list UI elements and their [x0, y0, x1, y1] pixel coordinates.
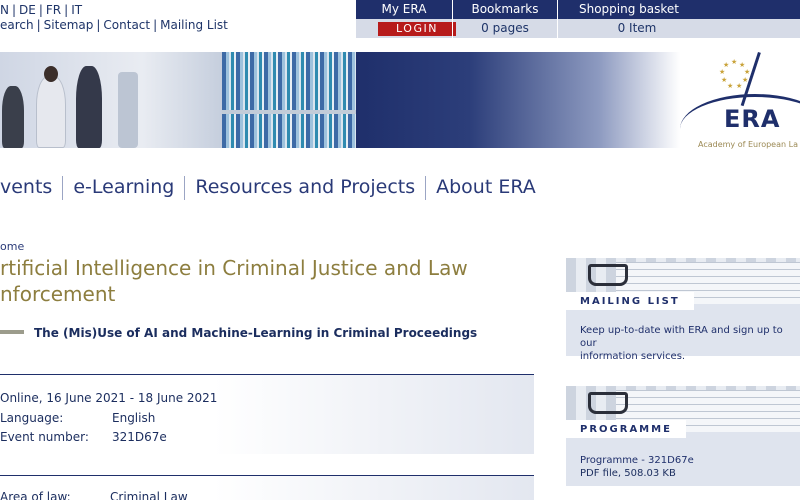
utility-links: earch | Sitemap | Contact | Mailing List — [0, 17, 228, 32]
bookmarks-label[interactable]: Bookmarks — [453, 2, 557, 16]
mailing-list-link[interactable]: Mailing List — [160, 18, 228, 32]
mailing-list-text: Keep up-to-date with ERA and sign up to … — [580, 324, 800, 363]
programme-file-info: PDF file, 508.03 KB — [580, 468, 676, 479]
my-era-label[interactable]: My ERA — [356, 2, 452, 16]
area-of-law-value: Criminal Law — [110, 490, 188, 500]
bookmarks-count[interactable]: 0 pages — [453, 21, 557, 35]
programme-download-link[interactable]: Programme - 321D67e — [580, 454, 694, 467]
nav-events[interactable]: vents — [0, 176, 52, 198]
subtitle-dash — [0, 330, 24, 334]
sitemap-link[interactable]: Sitemap — [44, 18, 94, 32]
basket-section: Shopping basket 0 Item — [558, 0, 700, 38]
account-bar: My ERA LOGIN Bookmarks 0 pages Shopping … — [356, 0, 800, 38]
header-banner: ★ ★ ★ ★ ★ ★ ★ ★ ★ ERA Academy of European La — [0, 52, 800, 149]
event-details: Online, 16 June 2021 - 18 June 2021 Lang… — [0, 374, 534, 454]
lang-fr-link[interactable]: FR — [46, 3, 61, 17]
era-logo[interactable]: ★ ★ ★ ★ ★ ★ ★ ★ ★ ERA Academy of European La — [680, 52, 800, 149]
programme-info: Programme - 321D67e PDF file, 508.03 KB — [580, 454, 694, 480]
page-title: rtificial Intelligence in Criminal Justi… — [0, 255, 510, 307]
mailing-list-box[interactable]: MAILING LIST Keep up-to-date with ERA an… — [566, 258, 800, 362]
person-figure — [76, 66, 102, 148]
language-label: Language: — [0, 411, 64, 425]
event-date: Online, 16 June 2021 - 18 June 2021 — [0, 391, 218, 405]
banner-gradient — [356, 52, 680, 148]
main-navigation: vents e-Learning Resources and Projects Abo… — [0, 176, 536, 202]
event-number-label: Event number: — [0, 430, 89, 444]
nav-divider — [62, 176, 64, 200]
language-switcher: N | DE | FR | IT — [0, 2, 228, 17]
breadcrumb-home[interactable]: ome — [0, 240, 24, 253]
language-value: English — [112, 411, 156, 425]
bookshelf — [222, 52, 356, 148]
lang-en-link[interactable]: N — [0, 3, 9, 17]
event-language-row: Language: English — [0, 411, 155, 425]
shelf-board — [222, 110, 356, 114]
nav-about-era[interactable]: About ERA — [436, 176, 536, 198]
person-head — [44, 66, 58, 82]
area-of-law-label: Area of law: — [0, 490, 71, 500]
nav-divider — [425, 176, 427, 200]
contact-link[interactable]: Contact — [103, 18, 150, 32]
basket-count[interactable]: 0 Item — [558, 21, 716, 35]
my-era-section: My ERA LOGIN — [356, 0, 456, 38]
page-title-line: rtificial Intelligence in Criminal Justi… — [0, 256, 468, 280]
shopping-basket-label[interactable]: Shopping basket — [558, 2, 700, 16]
binder-clip-icon — [588, 264, 628, 286]
subtitle-text: The (Mis)Use of AI and Machine-Learning … — [34, 326, 478, 340]
page-subtitle: The (Mis)Use of AI and Machine-Learning … — [0, 326, 477, 342]
lang-it-link[interactable]: IT — [71, 3, 82, 17]
separator: | — [153, 18, 158, 32]
separator: | — [11, 3, 17, 17]
event-number-row: Event number: 321D67e — [0, 430, 167, 444]
separator: | — [38, 3, 43, 17]
lang-de-link[interactable]: DE — [19, 3, 36, 17]
area-of-law-row: Area of law: Criminal Law — [0, 490, 188, 500]
separator: | — [36, 18, 41, 32]
programme-tab: PROGRAMME — [566, 420, 686, 438]
programme-box: PROGRAMME Programme - 321D67e PDF file, … — [566, 386, 800, 486]
logo-tagline: Academy of European La — [698, 140, 798, 149]
person-figure — [2, 86, 24, 148]
separator: | — [64, 3, 69, 17]
person-figure — [36, 76, 66, 148]
event-area-details: Area of law: Criminal Law — [0, 475, 534, 500]
separator: | — [96, 18, 101, 32]
nav-e-learning[interactable]: e-Learning — [73, 176, 174, 198]
nav-resources-and-projects[interactable]: Resources and Projects — [195, 176, 415, 198]
eu-stars-icon: ★ ★ ★ ★ ★ ★ ★ ★ ★ — [719, 58, 751, 90]
top-links: N | DE | FR | IT earch | Sitemap | Contact | Mailing… — [0, 2, 228, 32]
search-link[interactable]: earch — [0, 18, 34, 32]
mailing-list-text-line: information services. — [580, 351, 686, 362]
mailing-list-text-line: Keep up-to-date with ERA and sign up to … — [580, 325, 783, 349]
nav-divider — [184, 176, 186, 200]
banner-photo — [0, 52, 356, 148]
bookmarks-section: Bookmarks 0 pages — [453, 0, 557, 38]
mailing-list-tab[interactable]: MAILING LIST — [566, 292, 694, 310]
binder-clip-icon — [588, 392, 628, 414]
event-number-value: 321D67e — [112, 430, 167, 444]
page-title-line: nforcement — [0, 282, 116, 306]
logo-wordmark: ERA — [724, 105, 781, 133]
login-button[interactable]: LOGIN — [378, 22, 456, 36]
window-frame — [118, 72, 138, 148]
